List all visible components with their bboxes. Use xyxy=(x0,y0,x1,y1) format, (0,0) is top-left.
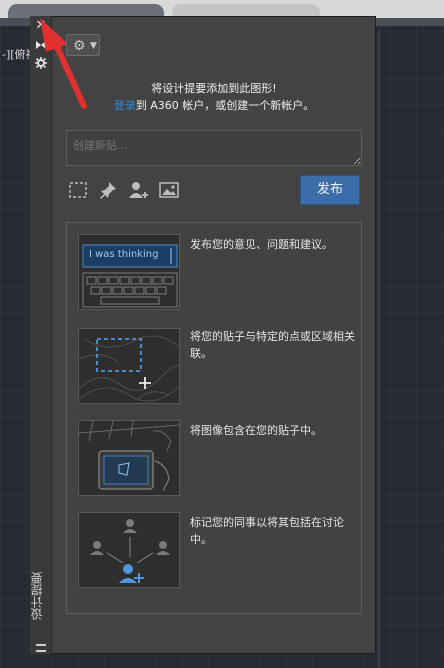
new-post-input[interactable] xyxy=(66,130,362,166)
illustration-keyboard-icon: I was thinking xyxy=(78,234,180,310)
settings-dropdown-button[interactable]: ⚙ ▼ xyxy=(66,34,100,56)
palette-menu-icon[interactable] xyxy=(36,644,46,652)
help-text-post: 发布您的意见、问题和建议。 xyxy=(190,238,333,251)
signin-link[interactable]: 登录 xyxy=(114,99,136,112)
illustration-selection-icon xyxy=(78,328,180,404)
divider xyxy=(378,30,380,668)
publish-button[interactable]: 发布 xyxy=(300,175,360,205)
illustration-people-icon xyxy=(78,512,180,588)
palette-title: 设计提要 xyxy=(30,572,44,620)
help-text-tag: 标记您的同事以将其包括在讨论中。 xyxy=(190,516,344,546)
select-area-icon[interactable] xyxy=(68,180,88,200)
help-text-image: 将图像包含在您的贴子中。 xyxy=(190,424,322,437)
add-person-icon[interactable] xyxy=(128,180,148,200)
illustration-text: I was thinking xyxy=(89,249,159,260)
illustration-image-icon xyxy=(78,420,180,496)
help-text-associate: 将您的贴子与特定的点或区域相关联。 xyxy=(190,330,355,360)
gear-icon: ⚙ xyxy=(73,38,86,54)
chevron-down-icon: ▼ xyxy=(90,41,97,51)
intro-signin-text: 登录到 A360 帐户，或创建一个新帐户。 xyxy=(66,97,362,113)
intro-rest: 到 A360 帐户，或创建一个新帐户。 xyxy=(135,99,315,112)
image-icon[interactable] xyxy=(158,180,179,200)
intro-heading: 将设计提要添加到此图形! xyxy=(151,82,277,95)
pushpin-icon[interactable] xyxy=(98,180,118,200)
